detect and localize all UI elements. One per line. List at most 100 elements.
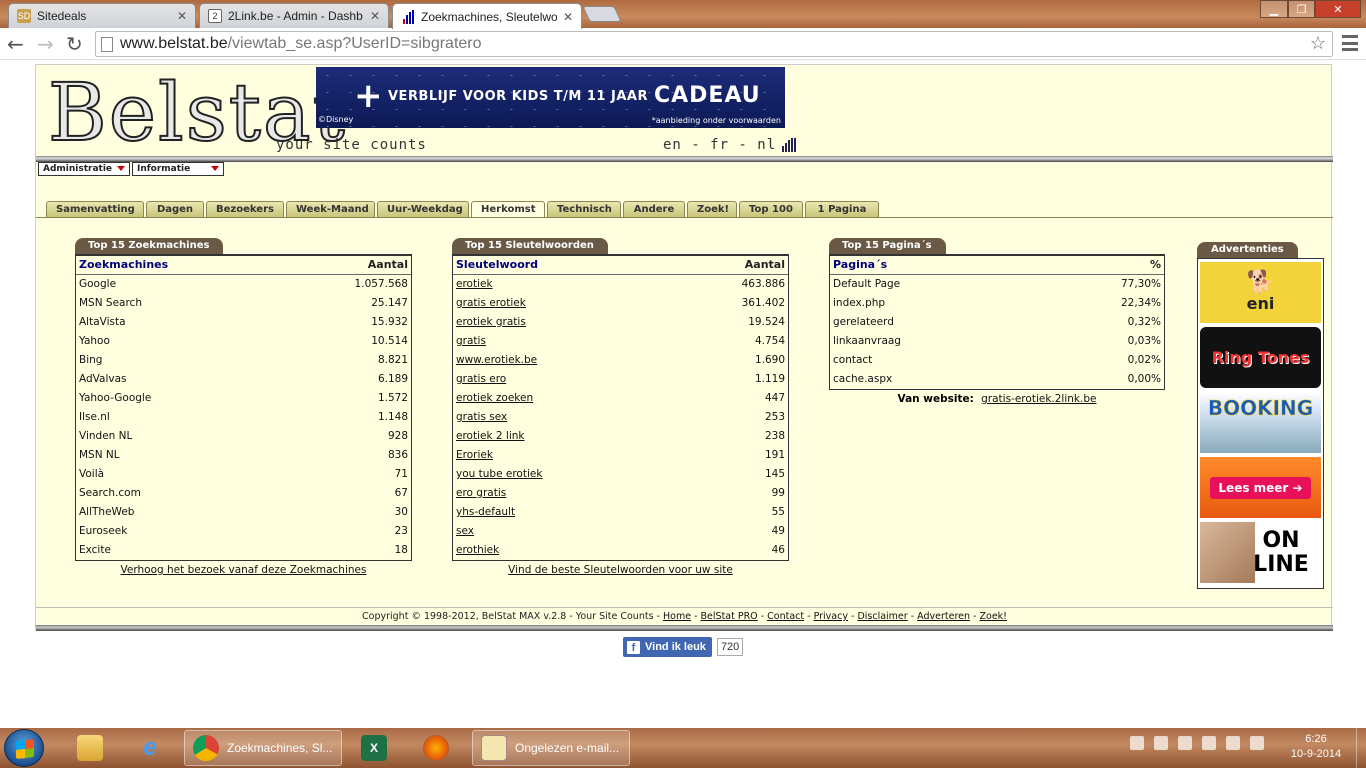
row-label[interactable]: www.erotiek.be bbox=[456, 351, 537, 370]
row-label[interactable]: ero gratis bbox=[456, 484, 506, 503]
reload-icon[interactable]: ↻ bbox=[66, 32, 83, 56]
tab-top-100[interactable]: Top 100 bbox=[739, 201, 803, 217]
table-row[interactable]: www.erotiek.be 1.690 bbox=[453, 351, 788, 370]
address-bar[interactable]: www.belstat.be/viewtab_se.asp?UserID=sib… bbox=[95, 31, 1333, 57]
tab-dagen[interactable]: Dagen bbox=[146, 201, 204, 217]
tab-samenvatting[interactable]: Samenvatting bbox=[46, 201, 144, 217]
row-label[interactable]: erotiek bbox=[456, 275, 493, 294]
row-label[interactable]: erotiek gratis bbox=[456, 313, 526, 332]
boost-search-engines-link[interactable]: Verhoog het bezoek vanaf deze Zoekmachin… bbox=[121, 564, 367, 576]
best-keywords-link[interactable]: Vind de beste Sleutelwoorden voor uw sit… bbox=[508, 564, 733, 576]
tab-herkomst[interactable]: Herkomst bbox=[471, 201, 545, 218]
close-icon[interactable]: ✕ bbox=[177, 9, 187, 23]
footer-link-contact[interactable]: Contact bbox=[767, 611, 804, 622]
close-window-icon[interactable]: ✕ bbox=[1315, 0, 1361, 18]
chrome-taskbar-button[interactable]: Zoekmachines, Sl... bbox=[184, 730, 342, 766]
tab-bezoekers[interactable]: Bezoekers bbox=[206, 201, 284, 217]
table-row[interactable]: yhs-default 55 bbox=[453, 503, 788, 522]
messages-icon[interactable] bbox=[1202, 736, 1216, 750]
row-label[interactable]: erothiek bbox=[456, 541, 499, 560]
footer-link-adverteren[interactable]: Adverteren bbox=[917, 611, 970, 622]
tab-technisch[interactable]: Technisch bbox=[547, 201, 621, 217]
close-icon[interactable]: ✕ bbox=[370, 9, 380, 23]
maximize-icon[interactable]: ❐ bbox=[1288, 0, 1315, 18]
row-value: 1.119 bbox=[754, 373, 785, 385]
table-row[interactable]: Eroriek 191 bbox=[453, 446, 788, 465]
row-label[interactable]: gratis ero bbox=[456, 370, 506, 389]
clock[interactable]: 6:26 10-9-2014 bbox=[1286, 732, 1346, 762]
row-label[interactable]: Eroriek bbox=[456, 446, 493, 465]
footer-link-zoek[interactable]: Zoek! bbox=[980, 611, 1007, 622]
chrome-menu-icon[interactable] bbox=[1342, 35, 1358, 51]
forward-arrow-icon[interactable]: → bbox=[37, 32, 54, 56]
back-arrow-icon[interactable]: ← bbox=[7, 32, 24, 56]
bookmark-star-icon[interactable]: ☆ bbox=[1310, 33, 1326, 54]
table-row[interactable]: gratis erotiek 361.402 bbox=[453, 294, 788, 313]
close-icon[interactable]: ✕ bbox=[563, 10, 573, 24]
start-button[interactable] bbox=[4, 729, 44, 767]
table-row[interactable]: ero gratis 99 bbox=[453, 484, 788, 503]
volume-icon[interactable] bbox=[1250, 736, 1264, 750]
excel-taskbar-button[interactable]: X bbox=[352, 730, 396, 766]
row-label[interactable]: erotiek 2 link bbox=[456, 427, 524, 446]
facebook-like-button[interactable]: f Vind ik leuk bbox=[623, 637, 712, 657]
table-row[interactable]: erotiek 2 link 238 bbox=[453, 427, 788, 446]
table-row[interactable]: gratis 4.754 bbox=[453, 332, 788, 351]
firefox-taskbar-button[interactable] bbox=[414, 730, 458, 766]
ad-ringtones[interactable]: Ring Tones bbox=[1200, 327, 1321, 388]
row-label[interactable]: sex bbox=[456, 522, 474, 541]
administratie-dropdown[interactable]: Administratie bbox=[38, 162, 130, 176]
explorer-taskbar-button[interactable] bbox=[68, 730, 112, 766]
ad-eni[interactable]: 🐕 eni bbox=[1200, 262, 1321, 323]
ie-taskbar-button[interactable]: e bbox=[128, 730, 172, 766]
table-row[interactable]: erotiek zoeken 447 bbox=[453, 389, 788, 408]
security-icon[interactable] bbox=[1178, 736, 1192, 750]
browser-tab-sitedeals[interactable]: SD Sitedeals ✕ bbox=[8, 3, 196, 28]
ad-lees-meer[interactable]: Lees meer ➔ bbox=[1200, 457, 1321, 518]
table-row[interactable]: erotiek 463.886 bbox=[453, 275, 788, 294]
footer-link-privacy[interactable]: Privacy bbox=[814, 611, 848, 622]
row-label[interactable]: gratis erotiek bbox=[456, 294, 526, 313]
tab-week-maand[interactable]: Week-Maand bbox=[286, 201, 375, 217]
row-label[interactable]: you tube erotiek bbox=[456, 465, 542, 484]
table-row[interactable]: erothiek 46 bbox=[453, 541, 788, 560]
banner-ad[interactable]: + VERBLIJF VOOR KIDS T/M 11 JAAR CADEAU … bbox=[316, 67, 785, 128]
browser-tab-zoekmachines[interactable]: Zoekmachines, Sleutelwo ✕ bbox=[392, 3, 582, 29]
row-label[interactable]: erotiek zoeken bbox=[456, 389, 533, 408]
tab-uur-weekdag[interactable]: Uur-Weekdag bbox=[377, 201, 469, 217]
keyboard-icon[interactable] bbox=[1130, 736, 1144, 750]
speaker-icon[interactable] bbox=[1154, 736, 1168, 750]
table-row[interactable]: you tube erotiek 145 bbox=[453, 465, 788, 484]
bars-favicon-icon bbox=[401, 9, 415, 24]
mail-taskbar-button[interactable]: Ongelezen e-mail... bbox=[472, 730, 630, 766]
table-row[interactable]: gratis sex 253 bbox=[453, 408, 788, 427]
row-label: linkaanvraag bbox=[833, 335, 901, 347]
minimize-icon[interactable]: ▁ bbox=[1260, 0, 1288, 18]
network-icon[interactable] bbox=[1226, 736, 1240, 750]
website-link[interactable]: gratis-erotiek.2link.be bbox=[981, 393, 1096, 405]
table-row[interactable]: erotiek gratis 19.524 bbox=[453, 313, 788, 332]
browser-tab-2link[interactable]: 2 2Link.be - Admin - Dashb ✕ bbox=[199, 3, 389, 28]
language-selector[interactable]: en - fr - nl bbox=[663, 137, 797, 153]
table-row[interactable]: sex 49 bbox=[453, 522, 788, 541]
row-label[interactable]: gratis bbox=[456, 332, 486, 351]
row-label: AllTheWeb bbox=[79, 506, 135, 518]
show-desktop-button[interactable] bbox=[1356, 728, 1366, 768]
language-links[interactable]: en - fr - nl bbox=[663, 137, 776, 153]
ad-online[interactable]: ON LINE bbox=[1200, 522, 1321, 583]
lees-meer-button[interactable]: Lees meer ➔ bbox=[1210, 476, 1311, 499]
table-row[interactable]: gratis ero 1.119 bbox=[453, 370, 788, 389]
ad-booking[interactable]: BOOKING bbox=[1200, 392, 1321, 453]
row-label: Voilà bbox=[79, 468, 105, 480]
tab-zoek[interactable]: Zoek! bbox=[687, 201, 737, 217]
tab-andere[interactable]: Andere bbox=[623, 201, 685, 217]
table-row: gerelateerd 0,32% bbox=[830, 313, 1164, 332]
tab-1-pagina[interactable]: 1 Pagina bbox=[805, 201, 879, 217]
footer-link-belstat-pro[interactable]: BelStat PRO bbox=[701, 611, 758, 622]
new-tab-button[interactable] bbox=[582, 6, 622, 22]
row-label[interactable]: gratis sex bbox=[456, 408, 507, 427]
footer-link-disclaimer[interactable]: Disclaimer bbox=[857, 611, 907, 622]
footer-link-home[interactable]: Home bbox=[663, 611, 691, 622]
row-label[interactable]: yhs-default bbox=[456, 503, 515, 522]
informatie-dropdown[interactable]: Informatie bbox=[132, 162, 224, 176]
